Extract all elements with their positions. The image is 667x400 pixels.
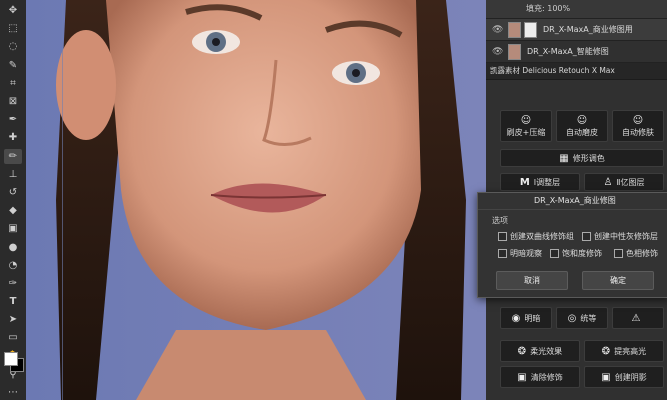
checkbox-box[interactable] (498, 249, 507, 258)
grid-icon: ▦ (559, 152, 569, 164)
checkbox-box[interactable] (498, 232, 507, 241)
frame-icon[interactable]: ⊠ (4, 94, 22, 109)
document-canvas[interactable] (26, 0, 486, 400)
circle-icon: ◎ (567, 312, 577, 324)
cancel-button[interactable]: 取消 (496, 271, 568, 290)
shape-icon[interactable]: ▭ (4, 330, 22, 345)
plugin-button[interactable]: ◉ 明暗 (500, 307, 552, 329)
plugin-button[interactable]: ◎ 统等 (556, 307, 608, 329)
person-icon: ♙ (603, 176, 613, 188)
checkbox-light-dark[interactable]: 明暗观察 (498, 248, 542, 259)
face-icon: ☺ (576, 114, 588, 126)
face-icon: ☺ (632, 114, 644, 126)
guide-line (62, 0, 63, 400)
path-select-icon[interactable]: ➤ (4, 312, 22, 327)
history-brush-icon[interactable]: ↺ (4, 185, 22, 200)
move-icon[interactable]: ✥ (4, 3, 22, 18)
blur-icon[interactable]: ● (4, 239, 22, 254)
crop-icon[interactable]: ⌗ (4, 76, 22, 91)
swirl-icon: ❂ (601, 345, 611, 357)
fill-label[interactable]: 填充: 100% (526, 4, 570, 13)
layer-thumbnail (508, 43, 521, 60)
swirl-icon: ❂ (517, 345, 527, 357)
quick-select-icon[interactable]: ✎ (4, 58, 22, 73)
checkbox-saturation[interactable]: 饱和度修饰 (550, 248, 602, 259)
warning-icon: ⚠ (631, 312, 641, 324)
image-icon: ▣ (517, 371, 527, 383)
plugin-button[interactable]: ❂ 柔光效果 (500, 340, 580, 362)
checkbox-box[interactable] (614, 249, 623, 258)
checkbox-hue[interactable]: 色相修饰 (614, 248, 658, 259)
eraser-icon[interactable]: ◆ (4, 203, 22, 218)
type-icon[interactable]: T (4, 294, 22, 309)
checkbox-box[interactable] (550, 249, 559, 258)
checkbox-neutral-gray[interactable]: 创建中性灰修饰层 (582, 231, 658, 242)
layer-row[interactable]: 👁 DR_X-MaxA_商业修图用 (486, 19, 667, 41)
layer-thumbnail (508, 21, 521, 38)
stamp-icon[interactable]: ⊥ (4, 167, 22, 182)
options-dialog: DR_X-MaxA_商业修图 选项 创建双曲线修饰组 创建中性灰修饰层 明暗观察… (477, 192, 667, 298)
plugin-button[interactable]: M Ⅰ调整层 (500, 173, 580, 191)
brush-icon[interactable]: ✏ (4, 148, 22, 164)
checkbox-box[interactable] (582, 232, 591, 241)
more-icon[interactable]: ⋯ (4, 385, 22, 400)
eyedropper-icon[interactable]: ✒ (4, 112, 22, 127)
plugin-button[interactable]: ▣ 清除修饰 (500, 366, 580, 388)
image-icon: ▣ (601, 371, 611, 383)
layer-mask-thumbnail (524, 21, 537, 38)
dialog-title: DR_X-MaxA_商业修图 (478, 193, 667, 210)
face-icon: ☺ (520, 114, 532, 126)
tools-panel: ✥ ⬚ ◌ ✎ ⌗ ⊠ ✒ ✚ ✏ ⊥ ↺ ◆ ▣ ● ◔ ✑ T ➤ ▭ ✋ … (0, 0, 27, 400)
dodge-icon[interactable]: ◔ (4, 258, 22, 273)
gradient-icon[interactable]: ▣ (4, 221, 22, 236)
plugin-button[interactable]: ⚠ (612, 307, 664, 329)
plugin-button[interactable]: ♙ Ⅱ亿图层 (584, 173, 664, 191)
plugin-button[interactable]: ❂ 提亮高光 (584, 340, 664, 362)
eye-icon[interactable]: 👁 (492, 25, 503, 35)
m-icon: M (519, 176, 530, 188)
plugin-title: 凯露素材 Delicious Retouch X Max (486, 63, 667, 80)
eye-icon: ◉ (511, 312, 521, 324)
eye-icon[interactable]: 👁 (492, 47, 503, 57)
ok-button[interactable]: 确定 (582, 271, 654, 290)
plugin-button[interactable]: ☺ 自动磨皮 (556, 110, 608, 142)
lasso-icon[interactable]: ◌ (4, 39, 22, 54)
plugin-button[interactable]: ▣ 创建阴影 (584, 366, 664, 388)
layer-row[interactable]: 👁 DR_X-MaxA_智能修图 (486, 41, 667, 63)
healing-icon[interactable]: ✚ (4, 130, 22, 145)
plugin-button[interactable]: ☺ 自动修肤 (612, 110, 664, 142)
layer-name: DR_X-MaxA_商业修图用 (543, 25, 633, 34)
plugin-button[interactable]: ▦ 修形调色 (500, 149, 664, 167)
checkbox-curves-group[interactable]: 创建双曲线修饰组 (498, 231, 574, 242)
pen-icon[interactable]: ✑ (4, 276, 22, 291)
layers-fill-bar: 填充: 100% (486, 0, 667, 19)
foreground-color-swatch[interactable] (4, 352, 18, 366)
portrait-image (26, 0, 486, 400)
marquee-icon[interactable]: ⬚ (4, 21, 22, 36)
plugin-button[interactable]: ☺ 刷皮+压缩 (500, 110, 552, 142)
layer-name: DR_X-MaxA_智能修图 (527, 47, 609, 56)
options-group-label: 选项 (492, 216, 508, 225)
